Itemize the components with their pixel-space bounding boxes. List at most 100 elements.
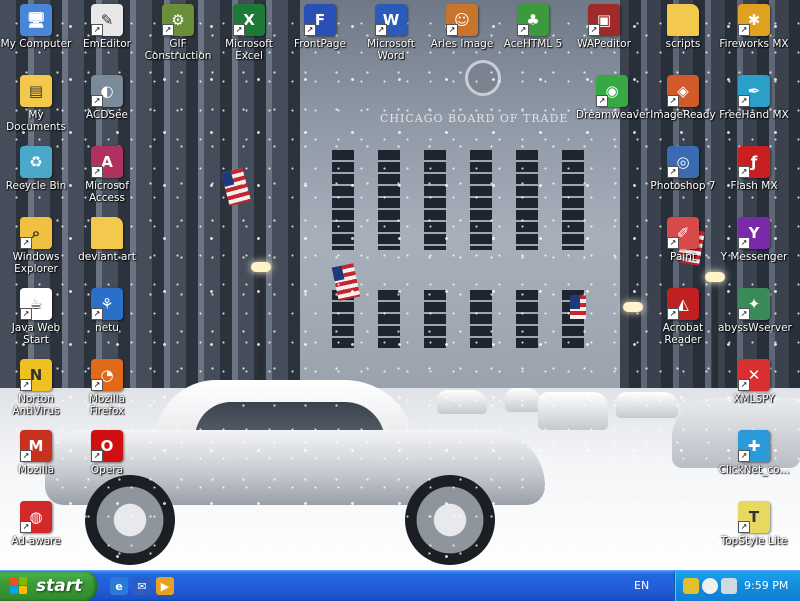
desktop-icon[interactable]: ⚙ ↗ GIF Construction bbox=[142, 2, 214, 62]
windows-logo-icon bbox=[10, 577, 28, 595]
network-tray-icon[interactable] bbox=[683, 578, 699, 594]
desktop-icon[interactable]: ✦ ↗ abyssWserver bbox=[718, 286, 792, 334]
desktop-icon[interactable]: ◔ ↗ Mozilla Firefox bbox=[71, 357, 143, 417]
windows-explorer-icon: ⌕ ↗ bbox=[20, 217, 52, 249]
desktop-icon[interactable]: ✱ ↗ Fireworks MX bbox=[718, 2, 790, 50]
icon-glyph: ▤ bbox=[20, 75, 52, 107]
frontpage-icon: F ↗ bbox=[304, 4, 336, 36]
desktop-icon-label: ACDSee bbox=[86, 109, 128, 121]
shortcut-arrow-icon: ↗ bbox=[20, 450, 32, 462]
desktop-icon-label: Java Web Start bbox=[11, 322, 61, 346]
desktop-icon-label: TopStyle Lite bbox=[720, 535, 788, 547]
desktop-icon[interactable]: ◭ ↗ Acrobat Reader bbox=[647, 286, 719, 346]
desktop-icon-label: FreeHand MX bbox=[719, 109, 789, 121]
desktop-icon[interactable]: deviant art bbox=[71, 215, 143, 263]
volume-tray-icon[interactable] bbox=[721, 578, 737, 594]
desktop-icon-label: deviant art bbox=[78, 251, 136, 263]
outlook-express-icon[interactable]: ✉ bbox=[133, 577, 151, 595]
desktop-icon[interactable]: ◈ ↗ ImageReady bbox=[647, 73, 719, 121]
desktop-icon[interactable]: A ↗ Microsof Access bbox=[71, 144, 143, 204]
desktop-icon[interactable]: ✎ ↗ EmEditor bbox=[71, 2, 143, 50]
paint-icon: ✐ ↗ bbox=[667, 217, 699, 249]
topstyle-icon: T ↗ bbox=[738, 501, 770, 533]
desktop-icon-label: GIF Construction bbox=[144, 38, 212, 62]
desktop-icon[interactable]: ƒ ↗ Flash MX bbox=[718, 144, 790, 192]
internet-explorer-icon[interactable]: e bbox=[110, 577, 128, 595]
emeditor-icon: ✎ ↗ bbox=[91, 4, 123, 36]
acdsee-icon: ◐ ↗ bbox=[91, 75, 123, 107]
word-icon: W ↗ bbox=[375, 4, 407, 36]
wapeditor-icon: ▣ ↗ bbox=[588, 4, 620, 36]
desktop-icon-label: ImageReady bbox=[650, 109, 716, 121]
shortcut-arrow-icon: ↗ bbox=[375, 24, 387, 36]
desktop-icon[interactable]: ✐ ↗ Paint bbox=[647, 215, 719, 263]
shortcut-arrow-icon: ↗ bbox=[446, 24, 458, 36]
desktop-icon[interactable]: ✕ ↗ XMLSPY bbox=[718, 357, 790, 405]
shortcut-arrow-icon: ↗ bbox=[20, 237, 32, 249]
us-flag bbox=[570, 295, 586, 319]
desktop-icon[interactable]: O ↗ Opera bbox=[71, 428, 143, 476]
shortcut-arrow-icon: ↗ bbox=[91, 450, 103, 462]
my-documents-icon: ▤ bbox=[20, 75, 52, 107]
desktop-icon[interactable]: ♻ Recycle Bin bbox=[0, 144, 72, 192]
recycle-bin-icon: ♻ bbox=[20, 146, 52, 178]
messenger-tray-icon[interactable] bbox=[702, 578, 718, 594]
desktop-icon-label: netu bbox=[95, 322, 119, 334]
desktop-icon[interactable]: N ↗ Norton AntiVirus bbox=[0, 357, 72, 417]
street-lamp bbox=[623, 302, 643, 390]
desktop-icon[interactable]: ▤ My Documents bbox=[0, 73, 72, 133]
shortcut-arrow-icon: ↗ bbox=[20, 521, 32, 533]
start-button[interactable]: start bbox=[0, 571, 97, 601]
desktop-icon[interactable]: ◉ ↗ Dreamweaver bbox=[576, 73, 650, 121]
network-icon: ⚘ ↗ bbox=[91, 288, 123, 320]
desktop-icon-label: ClickNet_co... bbox=[718, 464, 790, 476]
desktop-icon-label: Flash MX bbox=[730, 180, 778, 192]
desktop-icon[interactable]: ◐ ↗ ACDSee bbox=[71, 73, 143, 121]
desktop-icon-label: abyssWserver bbox=[718, 322, 792, 334]
desktop-icon[interactable]: X ↗ Microsoft Excel bbox=[213, 2, 285, 62]
desktop-icon[interactable]: ▣ ↗ WAPeditor bbox=[568, 2, 640, 50]
desktop-icon-label: Norton AntiVirus bbox=[12, 393, 60, 417]
desktop-icon-label: Mozilla Firefox bbox=[88, 393, 126, 417]
language-indicator[interactable]: EN bbox=[634, 579, 649, 592]
shortcut-arrow-icon: ↗ bbox=[91, 166, 103, 178]
fireworks-icon: ✱ ↗ bbox=[738, 4, 770, 36]
desktop-icon-label: XMLSPY bbox=[733, 393, 775, 405]
desktop-icon[interactable]: 🖥 My Computer bbox=[0, 2, 72, 50]
desktop-icon-label: Mozilla bbox=[17, 464, 55, 476]
desktop-icon[interactable]: ◎ ↗ Photoshop 7 bbox=[647, 144, 719, 192]
desktop-icon[interactable]: ♣ ↗ AceHTML 5 bbox=[497, 2, 569, 50]
desktop-icon[interactable]: scripts bbox=[647, 2, 719, 50]
desktop-icon-label: Acrobat Reader bbox=[662, 322, 704, 346]
desktop-icon-label: Photoshop 7 bbox=[650, 180, 716, 192]
shortcut-arrow-icon: ↗ bbox=[667, 308, 679, 320]
desktop-icon-label: My Computer bbox=[0, 38, 72, 50]
desktop-icon[interactable]: Y ↗ Y Messenger bbox=[718, 215, 790, 263]
excel-icon: X ↗ bbox=[233, 4, 265, 36]
shortcut-arrow-icon: ↗ bbox=[517, 24, 529, 36]
desktop-icon[interactable]: W ↗ Microsoft Word bbox=[355, 2, 427, 62]
desktop-icon[interactable]: ◍ ↗ Ad-aware bbox=[0, 499, 72, 547]
desktop-icon[interactable]: ⚘ ↗ netu bbox=[71, 286, 143, 334]
desktop-icon[interactable]: M ↗ Mozilla bbox=[0, 428, 72, 476]
desktop-icon[interactable]: ✚ ↗ ClickNet_co... bbox=[718, 428, 790, 476]
shortcut-arrow-icon: ↗ bbox=[667, 237, 679, 249]
desktop-icon[interactable]: ⌕ ↗ Windows Explorer bbox=[0, 215, 72, 275]
desktop-icon[interactable]: ✒ ↗ FreeHand MX bbox=[718, 73, 790, 121]
desktop-icon[interactable]: F ↗ FrontPage bbox=[284, 2, 356, 50]
taskbar-clock[interactable]: 9:59 PM bbox=[744, 579, 788, 592]
shortcut-arrow-icon: ↗ bbox=[596, 95, 608, 107]
shortcut-arrow-icon: ↗ bbox=[667, 166, 679, 178]
my-computer-icon: 🖥 bbox=[20, 4, 52, 36]
desktop-icon-label: WAPeditor bbox=[577, 38, 631, 50]
desktop-icon-label: Paint bbox=[670, 251, 696, 263]
desktop-icon-label: Recycle Bin bbox=[5, 180, 67, 192]
shortcut-arrow-icon: ↗ bbox=[162, 24, 174, 36]
desktop-icon[interactable]: ☺ ↗ Arles Image bbox=[426, 2, 498, 50]
desktop-icon[interactable]: T ↗ TopStyle Lite bbox=[718, 499, 790, 547]
abyss-web-server-icon: ✦ ↗ bbox=[738, 288, 770, 320]
acehtml-icon: ♣ ↗ bbox=[517, 4, 549, 36]
desktop-icon[interactable]: ☕ ↗ Java Web Start bbox=[0, 286, 72, 346]
media-player-icon[interactable]: ▶ bbox=[156, 577, 174, 595]
clicknet-icon: ✚ ↗ bbox=[738, 430, 770, 462]
